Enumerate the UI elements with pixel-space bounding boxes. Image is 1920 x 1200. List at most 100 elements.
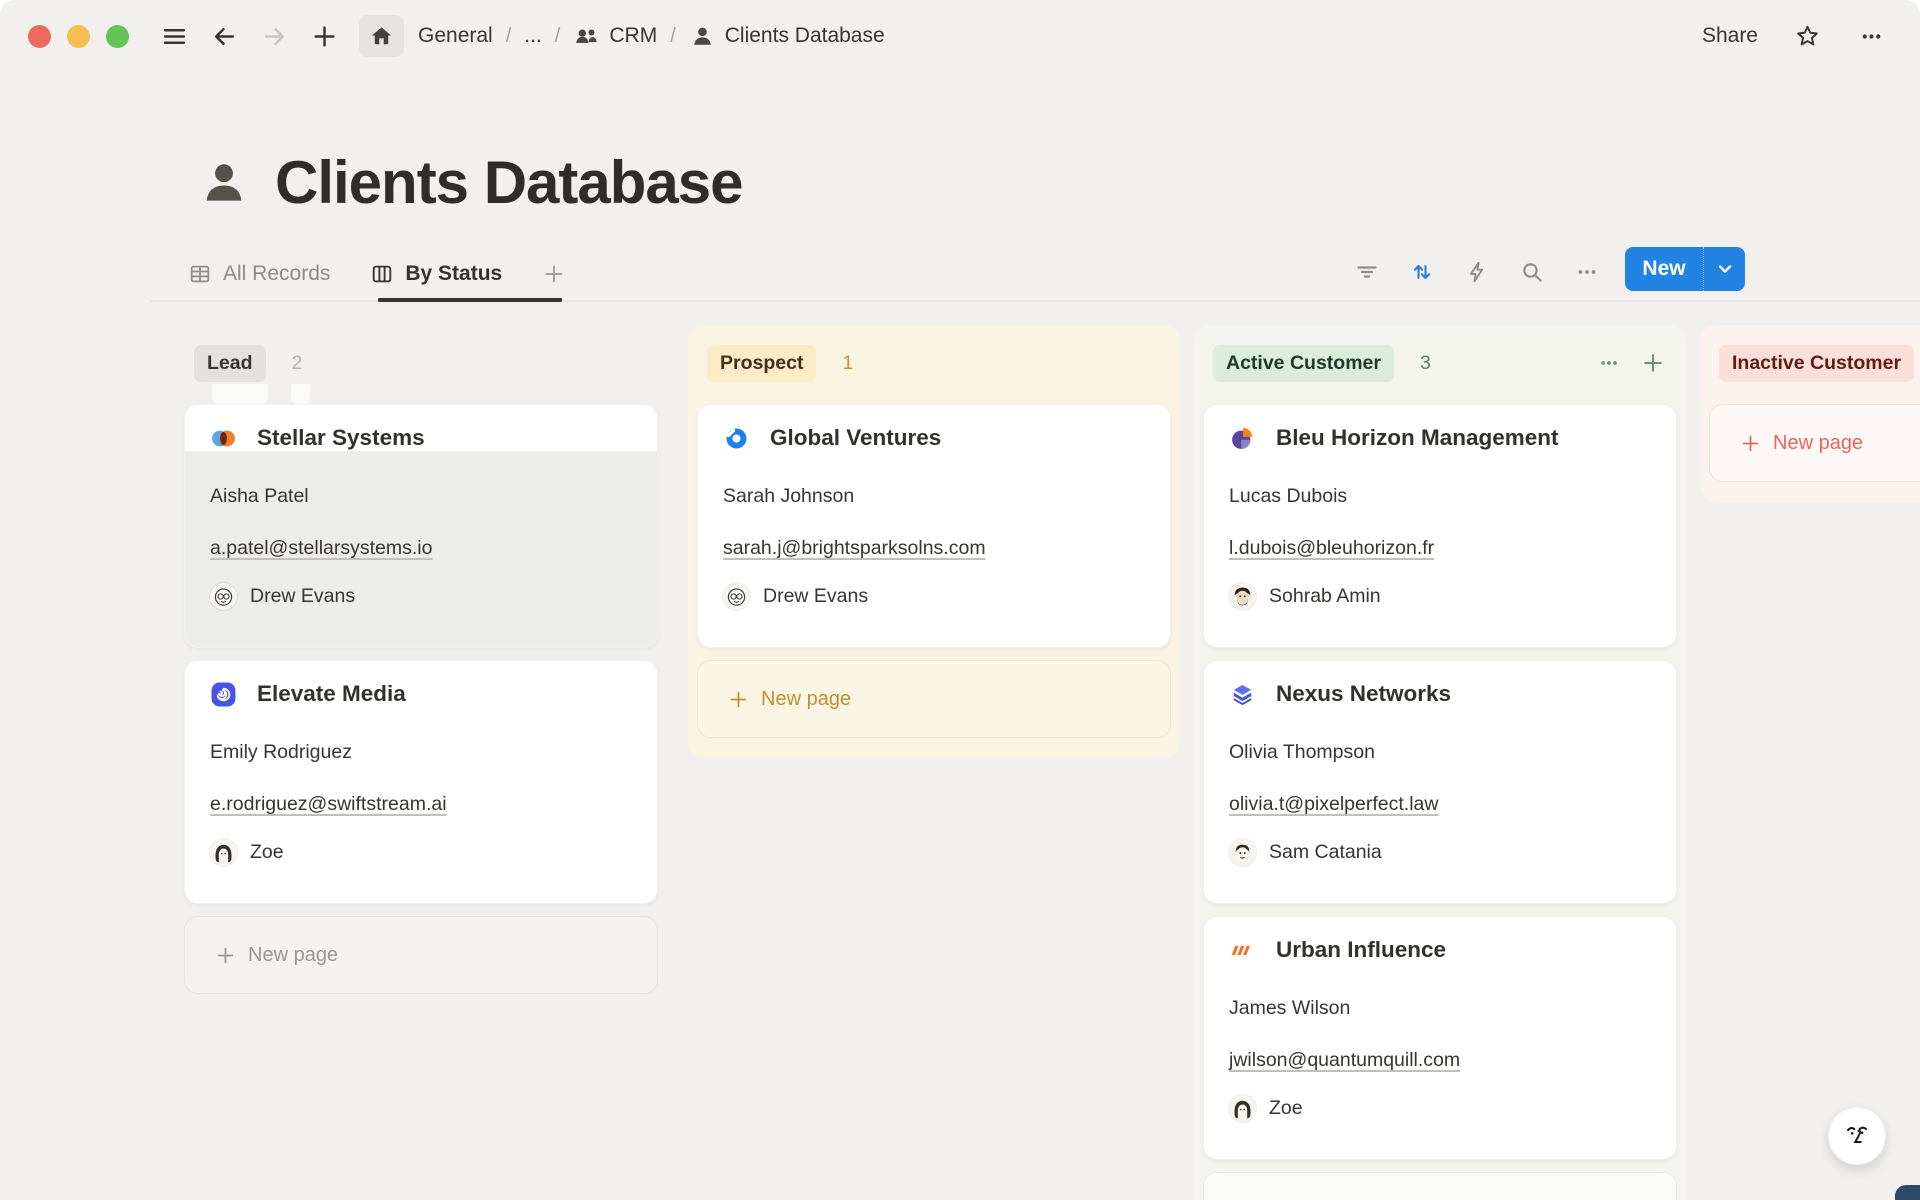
card-owner-chip: Sohrab Amin bbox=[1229, 583, 1652, 610]
forward-icon[interactable] bbox=[259, 21, 289, 51]
card-owner-chip: Sam Catania bbox=[1229, 839, 1652, 866]
column-pill-prospect[interactable]: Prospect bbox=[707, 345, 816, 382]
column-count: 3 bbox=[1420, 352, 1431, 375]
tab-label: By Status bbox=[405, 262, 502, 286]
more-options-icon[interactable] bbox=[1856, 21, 1886, 51]
tab-label: All Records bbox=[223, 262, 330, 286]
card-email-link[interactable]: e.rodriguez@swiftstream.ai bbox=[210, 793, 633, 817]
card-company: Elevate Media bbox=[257, 681, 406, 707]
column-more-icon[interactable] bbox=[1597, 351, 1621, 375]
spiral-logo-icon bbox=[210, 681, 237, 708]
zoom-window-button[interactable] bbox=[106, 25, 129, 48]
active-tab-underline bbox=[378, 298, 562, 302]
person-icon bbox=[689, 23, 716, 50]
card-email-link[interactable]: jwilson@quantumquill.com bbox=[1229, 1049, 1652, 1073]
breadcrumb-general[interactable]: General bbox=[418, 24, 493, 48]
column-header-actions bbox=[1597, 351, 1665, 375]
breadcrumb-separator: / bbox=[506, 25, 512, 48]
card-global-ventures[interactable]: Global Ventures Sarah Johnson sarah.j@br… bbox=[697, 404, 1171, 648]
corner-widget bbox=[1895, 1185, 1920, 1200]
card-owner-chip: Drew Evans bbox=[210, 583, 633, 610]
card-owner-chip: Zoe bbox=[1229, 1095, 1652, 1122]
card-owner: Sam Catania bbox=[1269, 841, 1382, 864]
page-title: Clients Database bbox=[275, 148, 743, 217]
view-tabs: All Records By Status bbox=[188, 248, 566, 300]
sort-icon[interactable] bbox=[1408, 258, 1435, 285]
view-toolbar bbox=[1353, 258, 1600, 285]
tab-by-status[interactable]: By Status bbox=[370, 262, 502, 286]
card-email-link[interactable]: a.patel@stellarsystems.io bbox=[210, 537, 633, 561]
breadcrumb-separator: / bbox=[555, 25, 561, 48]
board-column-lead: Lead 2 Stellar Systems Aisha Patel a.pat… bbox=[175, 325, 667, 1014]
window-topbar: General / ... / CRM / Clients Database S… bbox=[0, 0, 1920, 72]
new-page-button-active[interactable] bbox=[1203, 1172, 1677, 1200]
column-count: 1 bbox=[842, 352, 853, 375]
card-contact: Aisha Patel bbox=[210, 485, 633, 509]
card-owner-chip: Zoe bbox=[210, 839, 633, 866]
card-company: Bleu Horizon Management bbox=[1276, 425, 1559, 451]
people-icon bbox=[573, 23, 600, 50]
card-company: Urban Influence bbox=[1276, 937, 1446, 963]
chevron-down-icon[interactable] bbox=[1703, 247, 1745, 291]
card-email-link[interactable]: sarah.j@brightsparksolns.com bbox=[723, 537, 1146, 561]
column-pill-lead[interactable]: Lead bbox=[194, 345, 266, 382]
more-icon[interactable] bbox=[1573, 258, 1600, 285]
new-page-label: New page bbox=[1773, 432, 1863, 455]
board-column-active-customer: Active Customer 3 Bleu Horizon Managemen… bbox=[1194, 325, 1686, 1200]
new-page-button-inactive[interactable]: New page bbox=[1709, 404, 1920, 482]
page-header: Clients Database bbox=[197, 148, 743, 217]
column-pill-active-customer[interactable]: Active Customer bbox=[1213, 345, 1394, 382]
favorite-star-icon[interactable] bbox=[1792, 21, 1822, 51]
column-header: Lead 2 bbox=[184, 325, 658, 381]
card-email-link[interactable]: olivia.t@pixelperfect.law bbox=[1229, 793, 1652, 817]
breadcrumb-crm[interactable]: CRM bbox=[573, 23, 657, 50]
card-email-link[interactable]: l.dubois@bleuhorizon.fr bbox=[1229, 537, 1652, 561]
ring-logo-icon bbox=[723, 425, 750, 452]
card-nexus-networks[interactable]: Nexus Networks Olivia Thompson olivia.t@… bbox=[1203, 660, 1677, 904]
traffic-lights bbox=[28, 25, 129, 48]
sidebar-menu-icon[interactable] bbox=[159, 21, 189, 51]
card-contact: Lucas Dubois bbox=[1229, 485, 1652, 509]
ai-face-icon bbox=[1841, 1120, 1873, 1152]
card-elevate-media[interactable]: Elevate Media Emily Rodriguez e.rodrigue… bbox=[184, 660, 658, 904]
card-owner: Zoe bbox=[250, 841, 284, 864]
notion-window: General / ... / CRM / Clients Database S… bbox=[0, 0, 1920, 1200]
share-button[interactable]: Share bbox=[1702, 24, 1758, 48]
avatar-drew-evans bbox=[210, 583, 237, 610]
home-icon[interactable] bbox=[359, 15, 404, 57]
add-view-icon[interactable] bbox=[542, 262, 566, 286]
minimize-window-button[interactable] bbox=[67, 25, 90, 48]
column-header: Active Customer 3 bbox=[1203, 325, 1677, 381]
column-pill-inactive-customer[interactable]: Inactive Customer bbox=[1719, 345, 1914, 382]
avatar-sohrab-amin bbox=[1229, 583, 1256, 610]
tab-all-records[interactable]: All Records bbox=[188, 262, 330, 286]
new-page-label: New page bbox=[248, 944, 338, 967]
card-urban-influence[interactable]: Urban Influence James Wilson jwilson@qua… bbox=[1203, 916, 1677, 1160]
new-page-button-prospect[interactable]: New page bbox=[697, 660, 1171, 738]
column-header: Inactive Customer bbox=[1709, 325, 1920, 381]
close-window-button[interactable] bbox=[28, 25, 51, 48]
breadcrumb-clients-database[interactable]: Clients Database bbox=[689, 23, 885, 50]
card-contact: Emily Rodriguez bbox=[210, 741, 633, 765]
card-bleu-horizon-management[interactable]: Bleu Horizon Management Lucas Dubois l.d… bbox=[1203, 404, 1677, 648]
new-button-label[interactable]: New bbox=[1625, 247, 1703, 291]
notion-ai-button[interactable] bbox=[1828, 1107, 1886, 1165]
layers-logo-icon bbox=[1229, 681, 1256, 708]
avatar-drew-evans bbox=[723, 583, 750, 610]
card-stellar-systems[interactable]: Stellar Systems Aisha Patel a.patel@stel… bbox=[184, 404, 658, 648]
breadcrumb-ellipsis[interactable]: ... bbox=[524, 24, 542, 48]
new-record-button[interactable]: New bbox=[1625, 247, 1745, 291]
duotone-circle-logo-icon bbox=[1229, 425, 1256, 452]
person-icon[interactable] bbox=[197, 156, 251, 210]
avatar-zoe bbox=[1229, 1095, 1256, 1122]
card-owner: Sohrab Amin bbox=[1269, 585, 1381, 608]
new-page-button-lead[interactable]: New page bbox=[184, 916, 658, 994]
column-add-icon[interactable] bbox=[1641, 351, 1665, 375]
search-icon[interactable] bbox=[1518, 258, 1545, 285]
zap-icon[interactable] bbox=[1463, 258, 1490, 285]
new-tab-icon[interactable] bbox=[309, 21, 339, 51]
filter-icon[interactable] bbox=[1353, 258, 1380, 285]
back-icon[interactable] bbox=[209, 21, 239, 51]
avatar-zoe bbox=[210, 839, 237, 866]
board-column-inactive-customer: Inactive Customer New page bbox=[1700, 325, 1920, 502]
